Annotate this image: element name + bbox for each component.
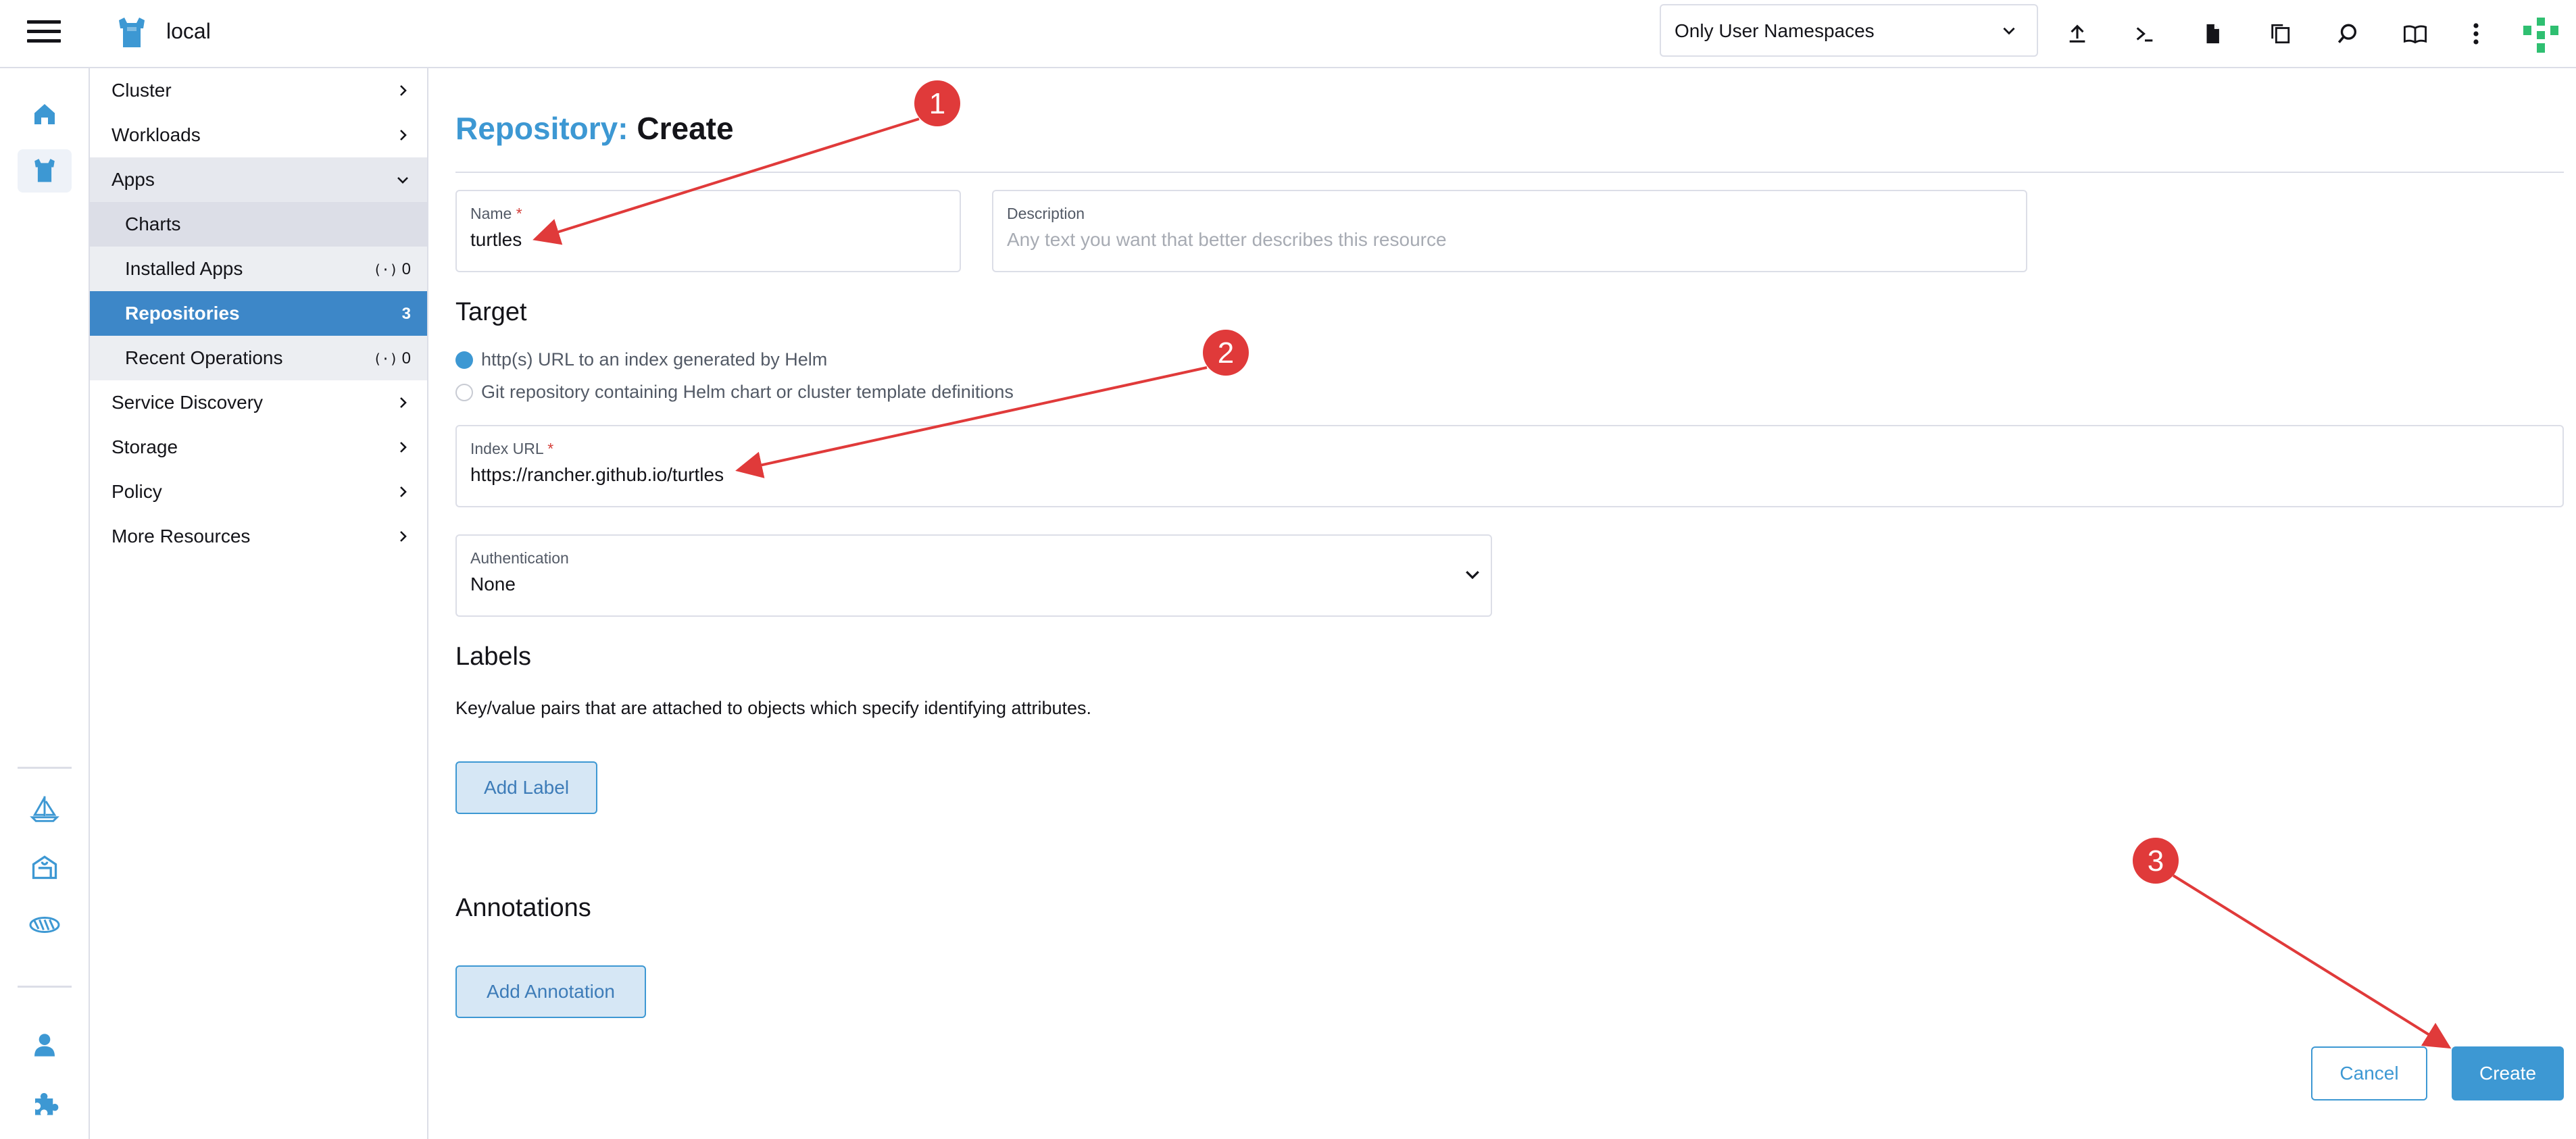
more-actions-icon[interactable]: [2457, 15, 2495, 53]
nav-item-count: (·) 0: [373, 349, 411, 368]
chevron-right-icon: [400, 442, 407, 453]
create-button[interactable]: Create: [2452, 1046, 2564, 1100]
name-field-value: turtles: [470, 229, 522, 250]
chevron-down-icon: [1466, 571, 1479, 580]
page-title: Repository: Create: [455, 110, 734, 147]
continuous-delivery-icon[interactable]: [18, 787, 72, 830]
nav-group-policy[interactable]: Policy: [90, 470, 427, 514]
main-content: Repository: Create Name * turtles Descri…: [428, 68, 2576, 1139]
labels-help-text: Key/value pairs that are attached to obj…: [455, 698, 1092, 718]
namespace-filter-select[interactable]: Only User Namespaces: [1660, 4, 2038, 57]
nav-item-charts[interactable]: Charts: [90, 202, 427, 247]
index-url-field-value: https://rancher.github.io/turtles: [470, 464, 724, 485]
chevron-right-icon: [400, 85, 407, 96]
hamburger-menu-icon[interactable]: [27, 20, 61, 47]
target-option-label: Git repository containing Helm chart or …: [481, 382, 1014, 402]
resource-search-icon[interactable]: [2329, 15, 2367, 53]
add-annotation-button[interactable]: Add Annotation: [455, 965, 646, 1018]
nav-group-cluster[interactable]: Cluster: [90, 68, 427, 113]
side-navigation: Cluster Workloads Apps Charts Installed …: [90, 68, 428, 1139]
authentication-select-value: None: [470, 574, 516, 594]
target-option-helm-url[interactable]: http(s) URL to an index generated by Hel…: [455, 349, 827, 370]
nav-group-label: Storage: [112, 436, 178, 457]
cluster-name[interactable]: local: [166, 19, 211, 44]
nav-group-label: Service Discovery: [112, 392, 264, 413]
kubectl-shell-icon[interactable]: [2126, 15, 2164, 53]
annotations-heading: Annotations: [455, 894, 591, 922]
radio-unselected[interactable]: [455, 383, 473, 401]
description-field-placeholder: Any text you want that better describes …: [1007, 229, 1447, 250]
nav-group-storage[interactable]: Storage: [90, 425, 427, 470]
upload-yaml-icon[interactable]: [2058, 15, 2096, 53]
nav-item-label: Recent Operations: [125, 347, 283, 368]
page-title-resource-type[interactable]: Repository:: [455, 111, 628, 146]
nav-group-apps[interactable]: Apps: [90, 157, 427, 202]
nav-group-service-discovery[interactable]: Service Discovery: [90, 380, 427, 425]
radio-selected[interactable]: [455, 351, 473, 369]
chevron-right-icon: [400, 130, 407, 141]
nav-item-count: (·) 0: [373, 260, 411, 278]
rail-divider: [18, 767, 72, 769]
copy-kubeconfig-icon[interactable]: [2261, 15, 2299, 53]
home-icon[interactable]: [18, 93, 72, 136]
nav-item-installed-apps[interactable]: Installed Apps (·) 0: [90, 247, 427, 291]
nav-group-label: Policy: [112, 481, 162, 502]
title-divider: [455, 172, 2564, 173]
description-field[interactable]: Description Any text you want that bette…: [992, 190, 2027, 272]
namespaced-icon: (·): [373, 261, 398, 278]
nav-item-repositories[interactable]: Repositories 3: [90, 291, 427, 336]
labels-heading: Labels: [455, 642, 531, 671]
page-title-action: Create: [637, 111, 734, 146]
nav-group-label: Cluster: [112, 80, 172, 101]
namespaced-icon: (·): [373, 351, 398, 367]
authentication-select[interactable]: Authentication None: [455, 534, 1492, 617]
rancher-app-icon[interactable]: [2521, 15, 2564, 55]
chevron-down-icon: [2003, 27, 2015, 35]
kubeconfig-download-icon[interactable]: [2194, 15, 2231, 53]
nav-group-more-resources[interactable]: More Resources: [90, 514, 427, 559]
virtualization-icon[interactable]: [18, 845, 72, 888]
description-field-label: Description: [1007, 205, 1085, 222]
nav-group-label: Apps: [112, 169, 155, 190]
user-account-icon[interactable]: [18, 1023, 72, 1067]
add-label-button[interactable]: Add Label: [455, 761, 597, 814]
index-url-field-label: Index URL *: [470, 440, 554, 457]
nav-item-label: Charts: [125, 213, 181, 234]
chevron-right-icon: [400, 486, 407, 497]
target-option-git-repo[interactable]: Git repository containing Helm chart or …: [455, 382, 1014, 403]
cancel-button[interactable]: Cancel: [2311, 1046, 2427, 1100]
rail-divider: [18, 986, 72, 988]
cluster-explorer-icon[interactable]: [18, 149, 72, 193]
top-header: local Only User Namespaces: [0, 0, 2576, 68]
chevron-right-icon: [400, 397, 407, 408]
app-rail: [0, 68, 90, 1139]
chevron-down-icon: [397, 177, 408, 184]
index-url-field[interactable]: Index URL * https://rancher.github.io/tu…: [455, 425, 2564, 507]
target-heading: Target: [455, 298, 527, 326]
nav-group-label: More Resources: [112, 526, 251, 547]
cluster-explorer-logo-icon: [119, 18, 145, 47]
nav-group-workloads[interactable]: Workloads: [90, 113, 427, 157]
docs-icon[interactable]: [2396, 15, 2434, 53]
target-option-label: http(s) URL to an index generated by Hel…: [481, 349, 828, 370]
name-field-label: Name *: [470, 205, 522, 222]
nav-group-label: Workloads: [112, 124, 201, 145]
nav-item-count: 3: [401, 305, 411, 323]
nav-item-label: Repositories: [125, 303, 240, 324]
chevron-right-icon: [400, 531, 407, 542]
name-field[interactable]: Name * turtles: [455, 190, 961, 272]
nav-item-label: Installed Apps: [125, 258, 243, 279]
extensions-icon[interactable]: [18, 1082, 72, 1125]
namespace-filter-value: Only User Namespaces: [1675, 20, 1875, 41]
cluster-api-icon[interactable]: [18, 903, 72, 946]
authentication-select-label: Authentication: [470, 549, 569, 567]
nav-item-recent-operations[interactable]: Recent Operations (·) 0: [90, 336, 427, 380]
